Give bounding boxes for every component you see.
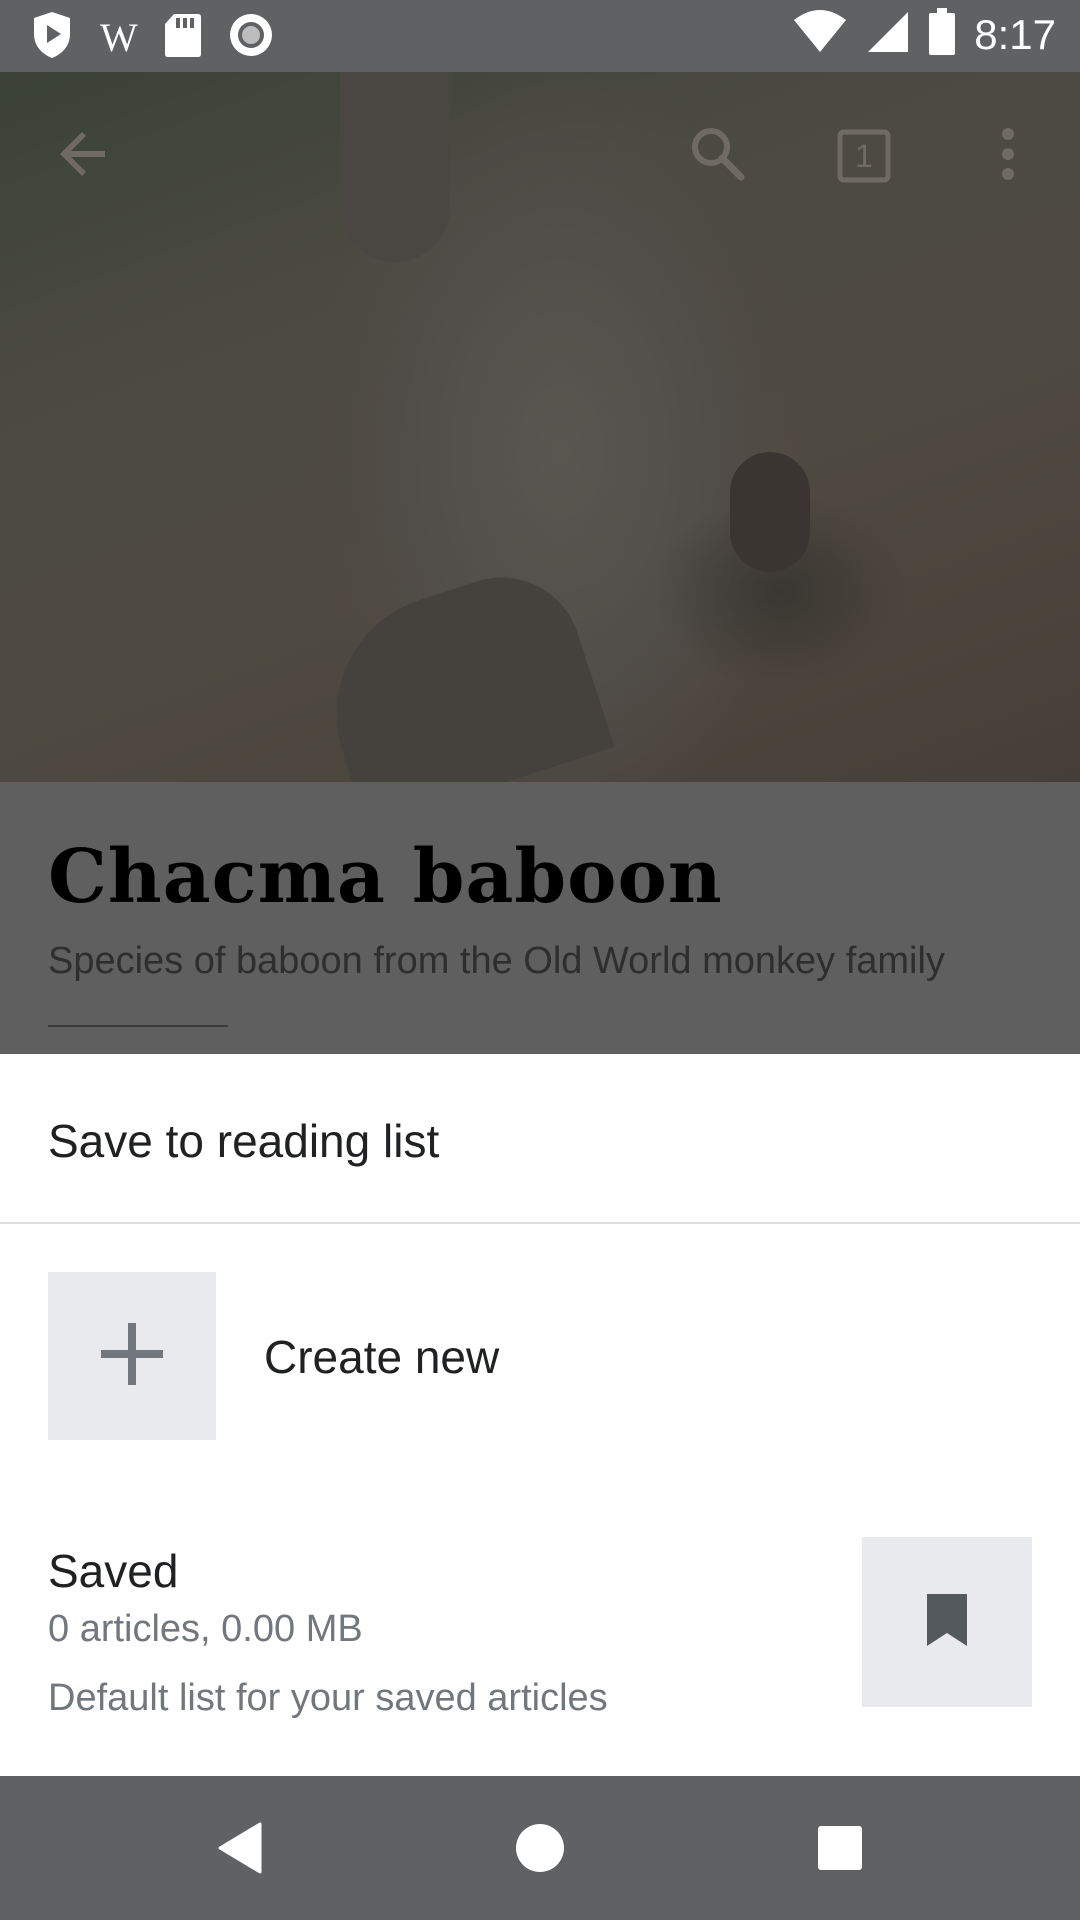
bookmark-icon (925, 1592, 969, 1653)
status-left-icons: W (30, 10, 274, 65)
search-icon (689, 125, 747, 188)
play-protect-icon (30, 10, 74, 65)
overflow-menu-icon (998, 127, 1018, 186)
tabs-icon: 1 (837, 129, 891, 183)
tab-count: 1 (855, 138, 873, 174)
status-time: 8:17 (974, 10, 1056, 58)
tabs-button[interactable]: 1 (816, 108, 912, 204)
nav-recents-button[interactable] (800, 1810, 880, 1890)
title-divider (48, 1025, 228, 1027)
sheet-divider (0, 1222, 1080, 1224)
sheet-title: Save to reading list (48, 1115, 440, 1167)
home-circle-icon (515, 1823, 565, 1878)
wikipedia-w-icon: W (100, 14, 138, 60)
status-bar: W 8:17 (0, 0, 1080, 72)
battery-icon (928, 8, 956, 61)
article-lead-image (0, 72, 1080, 828)
overflow-menu-button[interactable] (960, 108, 1056, 204)
list-item-description: Default list for your saved articles (48, 1677, 608, 1719)
back-arrow-icon (57, 127, 111, 186)
nav-back-button[interactable] (200, 1810, 280, 1890)
back-button[interactable] (36, 108, 132, 204)
create-new-thumbnail (48, 1272, 216, 1440)
search-button[interactable] (670, 108, 766, 204)
wifi-icon (792, 10, 848, 59)
list-item-thumbnail (862, 1537, 1032, 1707)
cell-signal-icon (866, 10, 910, 59)
lead-image-detail (730, 452, 810, 572)
status-right-icons: 8:17 (792, 8, 1056, 61)
list-item-stats: 0 articles, 0.00 MB (48, 1608, 363, 1650)
nav-home-button[interactable] (500, 1810, 580, 1890)
lead-image-detail (340, 72, 450, 262)
article-title: Chacma baboon (48, 834, 723, 920)
sd-card-icon (164, 12, 202, 63)
create-new-label: Create new (264, 1331, 500, 1383)
record-icon (228, 12, 274, 63)
plus-icon (99, 1321, 165, 1392)
article-description: Species of baboon from the Old World mon… (48, 940, 945, 982)
back-triangle-icon (216, 1822, 264, 1879)
list-item-title: Saved (48, 1545, 179, 1597)
recents-square-icon (817, 1825, 863, 1876)
